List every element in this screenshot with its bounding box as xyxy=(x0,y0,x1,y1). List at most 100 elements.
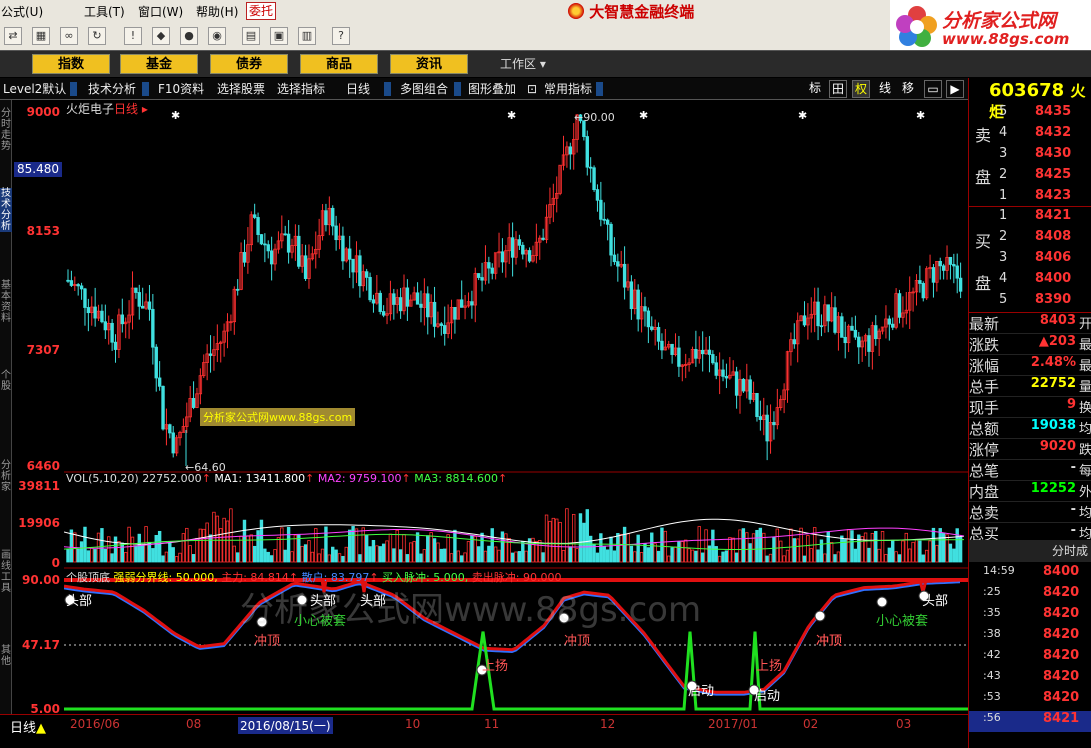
window-icon[interactable]: ▣ xyxy=(270,27,288,45)
quote-label: 总笔 xyxy=(969,462,1000,480)
nav-news-button[interactable]: 资讯 xyxy=(390,54,468,74)
binoculars-icon[interactable]: ∞ xyxy=(60,27,78,45)
candle-body xyxy=(415,292,420,305)
timesales-time: :38 xyxy=(983,627,1001,640)
help-icon[interactable]: ? xyxy=(332,27,350,45)
timesales-price: 8420 xyxy=(1043,606,1080,621)
volume-bar xyxy=(809,548,813,563)
globe-icon[interactable]: ◉ xyxy=(208,27,226,45)
nav-index-button[interactable]: 指数 xyxy=(32,54,110,74)
line-button[interactable]: 线 xyxy=(876,80,894,98)
volume-bar xyxy=(928,540,932,563)
side-tab-stock[interactable]: 个股 xyxy=(0,370,12,392)
tab-overlay[interactable]: 图形叠加 xyxy=(468,80,516,98)
mark-button[interactable]: 标 xyxy=(806,80,824,98)
tab-tech-analysis[interactable]: 技术分析 xyxy=(88,80,136,98)
candle-body xyxy=(168,424,172,434)
volume-bar xyxy=(500,531,505,563)
tab-select-stock[interactable]: 选择股票 xyxy=(217,80,265,98)
timesales-time: :35 xyxy=(983,606,1001,619)
site-logo: 分析家公式网 www.88gs.com xyxy=(890,0,1091,52)
ask-level: 5 xyxy=(999,104,1008,119)
period-button[interactable]: 日线▲ xyxy=(10,717,46,736)
tab-dropdown-icon xyxy=(142,82,149,96)
candle-body xyxy=(643,306,647,312)
nav-bond-button[interactable]: 债券 xyxy=(210,54,288,74)
volume-bar xyxy=(198,528,203,563)
signal-label: 小心被套 xyxy=(294,614,347,629)
workarea-dropdown[interactable]: 工作区 ▾ xyxy=(500,55,546,72)
tab-daily[interactable]: 日线 xyxy=(346,80,370,98)
book-icon[interactable]: ▥ xyxy=(298,27,316,45)
volume-bar xyxy=(110,553,114,563)
volume-bar xyxy=(120,542,125,563)
timesales-time: :43 xyxy=(983,669,1001,682)
candle-body xyxy=(378,292,382,312)
candle-body xyxy=(113,341,118,350)
nav-commodity-button[interactable]: 商品 xyxy=(300,54,378,74)
volume-header: VOL(5,10,20) 22752.000↑ MA1: 13411.800↑ … xyxy=(66,472,508,485)
move-button[interactable]: 移 xyxy=(899,80,917,98)
bid-level: 2 xyxy=(999,229,1008,244)
volume-bar xyxy=(83,526,87,563)
rights-button[interactable]: 权 xyxy=(852,80,870,98)
volume-bar xyxy=(907,548,912,563)
refresh-icon[interactable]: ↻ xyxy=(88,27,106,45)
side-tab-other[interactable]: 其他 xyxy=(0,645,12,667)
crosshair-button[interactable]: 田 xyxy=(829,80,847,98)
side-tab-analyst[interactable]: 分析家 xyxy=(0,460,12,493)
candle-body xyxy=(358,255,362,287)
star-icon: ✱ xyxy=(507,109,516,122)
candle-body xyxy=(707,349,712,355)
candle-body xyxy=(605,219,610,225)
candle-body xyxy=(120,314,125,325)
chart-area[interactable]: ✱ ✱ ✱ ✱ ✱ 火炬电子日线 ▸ ←90.00 ←64.60 分析家公式网www.8… xyxy=(63,100,968,720)
volume-bar xyxy=(358,554,362,563)
ask-level: 1 xyxy=(999,188,1008,203)
lock-icon[interactable]: ⊡ xyxy=(527,80,537,98)
menu-tools[interactable]: 工具(T) xyxy=(84,3,125,20)
expand-icon[interactable]: ▶ xyxy=(946,80,964,98)
diamond-icon[interactable]: ◆ xyxy=(152,27,170,45)
volume-bar xyxy=(510,552,515,563)
vol-tick: 0 xyxy=(51,556,60,570)
menu-window[interactable]: 窗口(W) xyxy=(138,3,183,20)
sphere-icon[interactable]: ● xyxy=(180,27,198,45)
side-tab-draw[interactable]: 画线工具 xyxy=(0,550,12,594)
volume-bar xyxy=(690,549,695,563)
volume-bar xyxy=(555,518,559,563)
exchange-icon[interactable]: ⇄ xyxy=(4,27,22,45)
alert-icon[interactable]: ! xyxy=(124,27,142,45)
candle-body xyxy=(171,432,175,454)
menu-help[interactable]: 帮助(H) xyxy=(196,3,238,20)
ind-name: 个股顶底 xyxy=(66,571,110,584)
candle-body xyxy=(371,299,376,304)
vol-ma2: MA2: 9759.100 xyxy=(317,472,402,485)
candle-body xyxy=(242,252,247,263)
tab-multi-chart[interactable]: 多图组合 xyxy=(400,80,448,98)
logo-url: www.88gs.com xyxy=(942,30,1070,48)
print-icon[interactable]: ▤ xyxy=(242,27,260,45)
candle-body xyxy=(734,371,739,396)
volume-bar xyxy=(276,537,281,563)
quote-row: 涨停 9020 跌 xyxy=(969,439,1091,460)
candle-body xyxy=(941,265,946,271)
nav-fund-button[interactable]: 基金 xyxy=(120,54,198,74)
quote-value: 9 xyxy=(1066,397,1076,412)
tab-select-indicator[interactable]: 选择指标 xyxy=(277,80,325,98)
restore-icon[interactable]: ▭ xyxy=(924,80,942,98)
side-tab-basic[interactable]: 基本资料 xyxy=(0,280,12,324)
tab-f10[interactable]: F10资料 xyxy=(158,80,204,98)
side-tab-tech[interactable]: 技术分析 xyxy=(0,188,12,232)
tab-level2[interactable]: Level2默认 xyxy=(3,80,66,98)
entrust-button[interactable]: 委托 xyxy=(246,2,276,20)
side-tab-intraday[interactable]: 分时走势 xyxy=(0,108,12,152)
volume-bar xyxy=(731,537,735,563)
tab-common-indicator[interactable]: 常用指标 xyxy=(544,80,592,98)
grid-icon[interactable]: ▦ xyxy=(32,27,50,45)
quote-row: 涨幅 2.48% 最 xyxy=(969,355,1091,376)
volume-bar xyxy=(697,526,701,563)
volume-bar xyxy=(439,548,444,563)
volume-bar xyxy=(242,519,247,563)
menu-formula[interactable]: 公式(U) xyxy=(1,3,43,20)
